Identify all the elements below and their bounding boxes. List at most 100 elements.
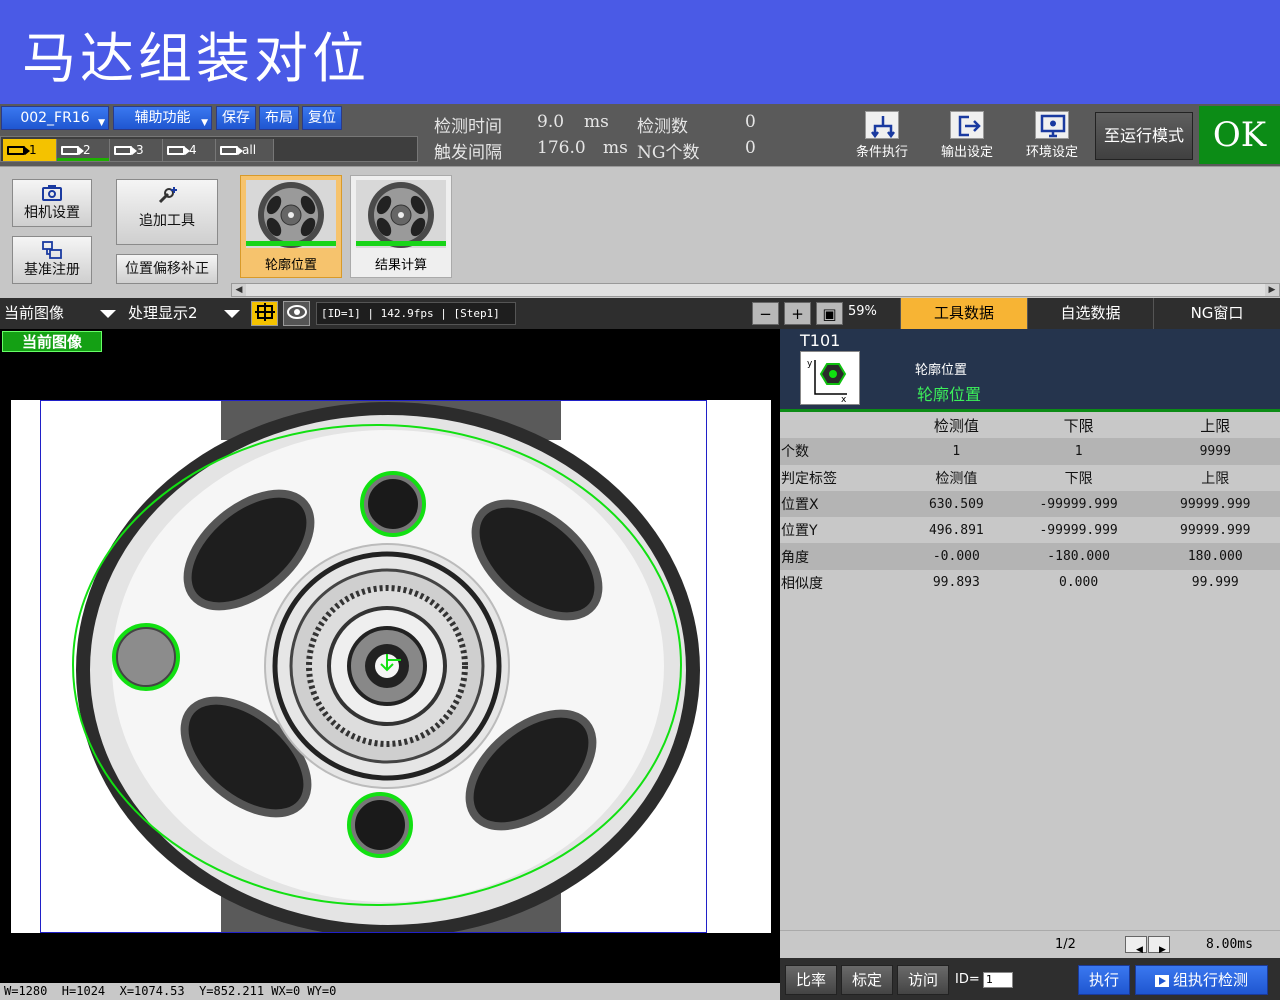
position-offset-button[interactable]: 位置偏移补正 (116, 254, 218, 284)
svg-text:x: x (841, 395, 847, 404)
id-input[interactable]: 1 (983, 972, 1013, 988)
chevron-right-icon: ▶ (1159, 945, 1166, 955)
zoom-out-icon: − (759, 305, 772, 323)
trigger-interval-unit: ms (603, 138, 628, 158)
scroll-right-icon[interactable]: ▶ (1265, 284, 1279, 296)
title-banner: 马达组装对位 (0, 0, 1280, 104)
row-label: 个数 (781, 444, 809, 461)
camera-tab-2[interactable]: 2 (57, 139, 110, 161)
chevron-down-icon (224, 310, 240, 318)
pager: 1/2 ◀ ▶ 8.00ms (780, 930, 1280, 958)
stats-panel: 检测时间 9.0 ms 触发间隔 176.0 ms 检测数 0 NG个数 0 (420, 104, 840, 164)
app-window: 马达组装对位 002_FR16 ▼ 辅助功能 ▼ 保存 布局 复位 1 2 3 4 … (0, 0, 1280, 1000)
table-header-cell: 下限 (1063, 416, 1094, 435)
export-icon (950, 111, 984, 139)
row-value: 99.893 (932, 575, 980, 591)
layout-button[interactable]: 布局 (259, 106, 299, 130)
ng-count-value: 0 (745, 138, 756, 158)
tab-ng-window[interactable]: NG窗口 (1153, 298, 1280, 329)
detect-time-unit: ms (584, 112, 609, 132)
row-label: 相似度 (781, 575, 823, 592)
row-value: 496.891 (928, 522, 984, 538)
reset-button[interactable]: 复位 (302, 106, 342, 130)
motor-thumbnail (246, 180, 336, 248)
camera-tab-label: all (242, 143, 257, 157)
judgement-result: OK (1199, 106, 1280, 164)
table-row[interactable]: 位置Y 496.891 -99999.999 99999.999 (780, 517, 1280, 543)
row-value: 检测值 (935, 470, 978, 487)
row-upper: 99999.999 (1180, 522, 1251, 538)
tab-custom-data[interactable]: 自选数据 (1027, 298, 1153, 329)
tool-data-table: 检测值 下限 上限 个数 1 1 9999 判定标签 检测值 下限 上限 位置X… (780, 412, 1280, 596)
chevron-left-icon: ◀ (1136, 945, 1143, 955)
add-tool-button[interactable]: 追加工具 (116, 179, 218, 245)
flow-item-t101[interactable]: 轮廓位置 (240, 175, 342, 278)
camera-tab-label: 2 (83, 143, 91, 157)
motor-thumbnail (356, 180, 446, 248)
image-view-bar: 当前图像 处理显示2 [ID=1] | 142.9fps | [Step1] −… (0, 298, 900, 329)
condition-exec-button[interactable]: 条件执行 (840, 107, 924, 163)
condition-exec-label: 条件执行 (855, 145, 908, 160)
flow-item-t102[interactable]: 结果计算 (350, 175, 452, 278)
frame-info: [ID=1] | 142.9fps | [Step1] (316, 302, 516, 325)
row-value: -0.000 (932, 549, 980, 565)
scroll-left-icon[interactable]: ◀ (232, 284, 246, 296)
play-icon (1154, 974, 1169, 987)
crosshair-toggle[interactable] (251, 301, 278, 326)
table-row[interactable]: 个数 1 1 9999 (780, 438, 1280, 465)
branch-icon (865, 111, 899, 139)
reference-register-button[interactable]: 基准注册 (12, 236, 92, 284)
aux-function-button[interactable]: 辅助功能 ▼ (113, 106, 212, 130)
aux-label: 辅助功能 (134, 110, 191, 126)
env-settings-button[interactable]: 环境设定 (1010, 107, 1094, 163)
output-settings-button[interactable]: 输出设定 (925, 107, 1009, 163)
table-row[interactable]: 相似度 99.893 0.000 99.999 (780, 570, 1280, 596)
flow-scrollbar[interactable]: ◀ ▶ (231, 283, 1280, 297)
image-display[interactable]: 当前图像 (0, 329, 780, 983)
display-select-label: 处理显示2 (128, 304, 198, 322)
camera-tab-3[interactable]: 3 (110, 139, 163, 161)
calibrate-button[interactable]: 标定 (841, 965, 893, 995)
camera-tab-all[interactable]: all (216, 139, 274, 161)
save-button[interactable]: 保存 (216, 106, 256, 130)
inspection-image[interactable] (11, 400, 771, 933)
camera-tab-label: 1 (29, 143, 37, 157)
camera-settings-button[interactable]: 相机设置 (12, 179, 92, 227)
table-header-cell (780, 412, 906, 438)
image-label: 当前图像 (2, 331, 102, 352)
tool-type-name: 轮廓位置 (915, 363, 968, 378)
register-icon (41, 241, 63, 259)
row-lower: -99999.999 (1039, 496, 1118, 512)
next-page-button[interactable]: ▶ (1148, 936, 1170, 955)
prev-page-button[interactable]: ◀ (1125, 936, 1147, 955)
tool-name: 轮廓位置 (917, 385, 982, 404)
scene-select[interactable]: 002_FR16 ▼ (1, 106, 109, 130)
crosshair-icon (254, 303, 275, 321)
zoom-in-button[interactable]: + (784, 302, 811, 325)
camera-icon (61, 146, 84, 155)
table-row[interactable]: 角度 -0.000 -180.000 180.000 (780, 543, 1280, 570)
group-exec-button[interactable]: 组执行检测 (1135, 965, 1268, 995)
execute-button[interactable]: 执行 (1078, 965, 1130, 995)
tab-tool-data[interactable]: 工具数据 (900, 298, 1027, 329)
run-mode-button[interactable]: 至运行模式 (1095, 112, 1193, 160)
overlay-toggle[interactable] (283, 301, 310, 326)
row-upper: 99999.999 (1180, 496, 1251, 512)
camera-tab-label: 4 (189, 143, 197, 157)
eye-icon (286, 305, 307, 319)
image-select[interactable]: 当前图像 (0, 301, 122, 326)
output-settings-label: 输出设定 (940, 145, 993, 160)
table-row[interactable]: 位置X 630.509 -99999.999 99999.999 (780, 490, 1280, 518)
page-indicator: 1/2 (1055, 937, 1076, 952)
trigger-interval-label: 触发间隔 (434, 143, 502, 163)
zoom-out-button[interactable]: − (752, 302, 779, 325)
ratio-button[interactable]: 比率 (785, 965, 837, 995)
row-upper: 180.000 (1187, 549, 1243, 565)
table-header-cell: 上限 (1200, 416, 1231, 435)
camera-tab-1[interactable]: 1 (3, 139, 57, 161)
fit-button[interactable]: ▣ (816, 302, 843, 325)
table-row[interactable]: 判定标签 检测值 下限 上限 (780, 465, 1280, 491)
access-button[interactable]: 访问 (897, 965, 949, 995)
camera-tab-4[interactable]: 4 (163, 139, 216, 161)
display-select[interactable]: 处理显示2 (124, 301, 246, 326)
